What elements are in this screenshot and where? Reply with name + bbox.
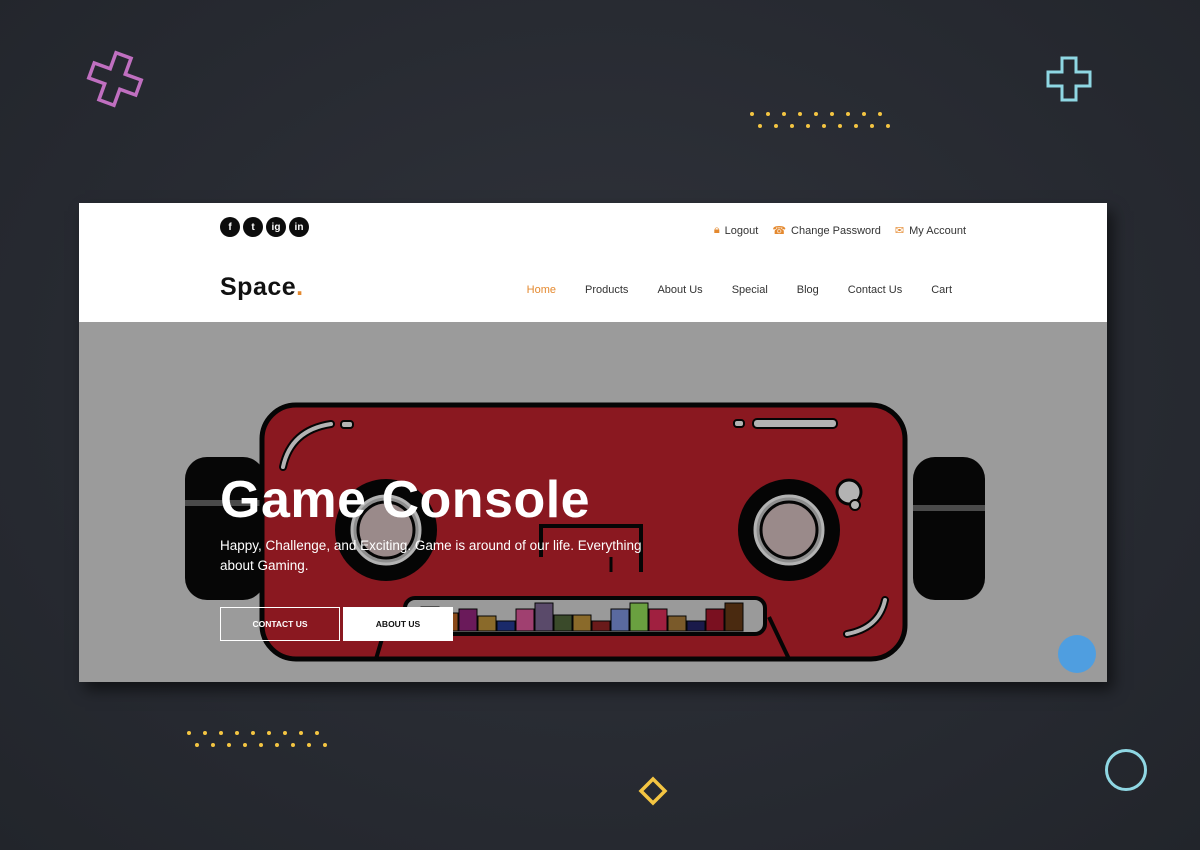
hero-subtitle: Happy, Challenge, and Exciting. Game is … <box>220 538 642 573</box>
nav-item-home[interactable]: Home <box>527 284 556 296</box>
nav-item-about-us[interactable]: About Us <box>657 284 702 296</box>
change-password-label: Change Password <box>791 224 881 237</box>
envelope-icon: ✉︎ <box>894 225 905 237</box>
facebook-icon[interactable]: f <box>220 217 240 237</box>
circle-outline-icon <box>1105 749 1147 791</box>
floating-action-button[interactable] <box>1058 635 1096 673</box>
linkedin-icon[interactable]: in <box>289 217 309 237</box>
logout-link[interactable]: 🔒︎ Logout <box>714 224 759 237</box>
nav-item-contact-us[interactable]: Contact Us <box>848 284 902 296</box>
nav-menu: Home Products About Us Special Blog Cont… <box>527 284 952 296</box>
social-links: f t ig in <box>220 217 309 237</box>
plus-outline-purple-icon <box>86 50 144 108</box>
lock-icon: 🔒︎ <box>713 224 720 236</box>
website-preview: f t ig in 🔒︎ Logout ☎︎ Change Password ✉… <box>79 203 1107 682</box>
brand-dot: . <box>296 273 304 301</box>
my-account-label: My Account <box>909 224 966 237</box>
main-navbar: Space. Home Products About Us Special Bl… <box>79 253 1107 322</box>
logout-label: Logout <box>724 224 759 237</box>
plus-outline-cyan-icon <box>1046 56 1092 102</box>
instagram-icon[interactable]: ig <box>266 217 286 237</box>
twitter-icon[interactable]: t <box>243 217 263 237</box>
phone-icon: ☎︎ <box>772 225 787 237</box>
dot-pattern-bottom <box>187 731 327 751</box>
brand-name: Space <box>220 273 297 301</box>
my-account-link[interactable]: ✉︎ My Account <box>894 224 966 238</box>
nav-item-cart[interactable]: Cart <box>931 284 952 296</box>
contact-us-button[interactable]: CONTACT US <box>220 607 340 641</box>
dot-pattern-top <box>750 112 890 132</box>
about-us-button[interactable]: ABOUT US <box>343 607 453 641</box>
diamond-outline-icon <box>638 776 668 806</box>
hero-banner: Game Console Happy, Challenge, and Excit… <box>79 322 1107 682</box>
top-bar: f t ig in 🔒︎ Logout ☎︎ Change Password ✉… <box>79 203 1107 253</box>
nav-item-blog[interactable]: Blog <box>797 284 819 296</box>
hero-title: Game Console <box>220 471 591 529</box>
account-links: 🔒︎ Logout ☎︎ Change Password ✉︎ My Accou… <box>714 224 966 237</box>
brand-logo[interactable]: Space. <box>220 273 304 302</box>
change-password-link[interactable]: ☎︎ Change Password <box>772 224 881 238</box>
nav-item-products[interactable]: Products <box>585 284 628 296</box>
nav-item-special[interactable]: Special <box>732 284 768 296</box>
